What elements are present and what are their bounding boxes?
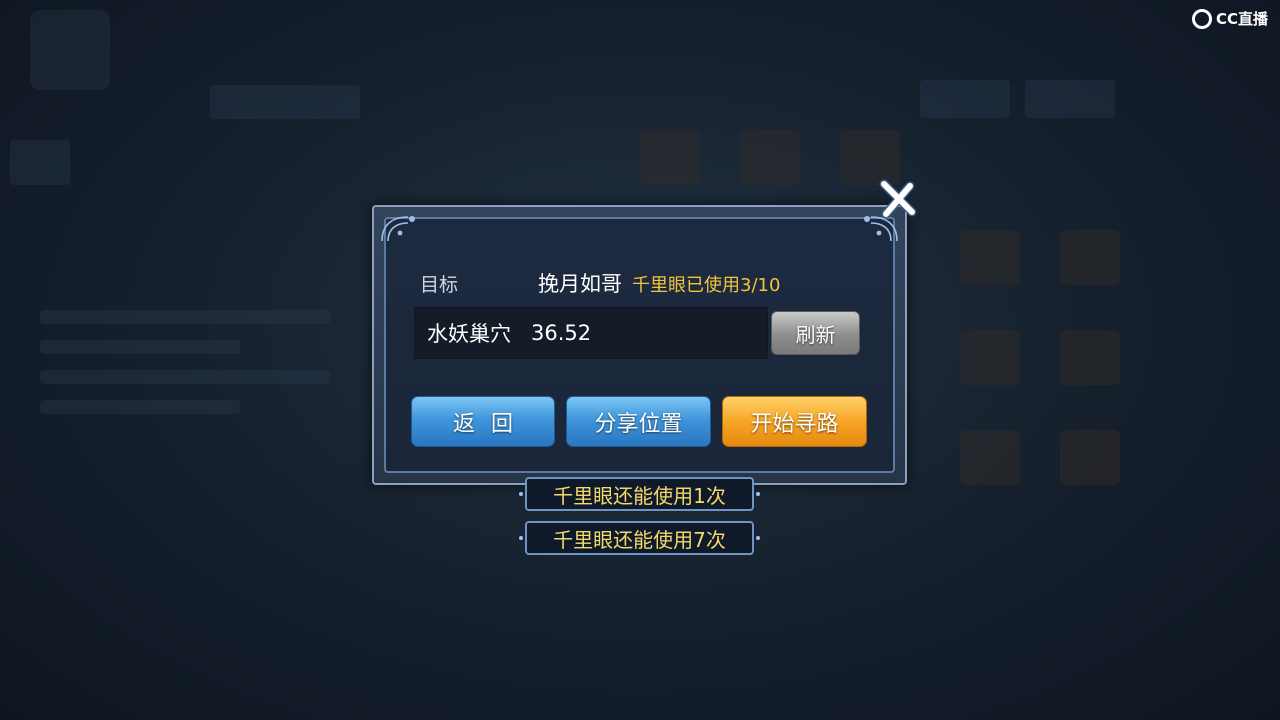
background-bar <box>40 340 240 354</box>
location-name: 水妖巢穴 <box>427 322 511 346</box>
background-bar <box>10 140 70 185</box>
target-label: 目标 <box>420 274 459 296</box>
target-name: 挽月如哥 <box>538 272 622 296</box>
background-tile <box>1060 330 1120 385</box>
toast-message: 千里眼还能使用1次 <box>519 477 760 511</box>
background-tile <box>960 430 1020 485</box>
background-avatar <box>30 10 110 90</box>
background-tile <box>1060 230 1120 285</box>
ornament-corner-icon <box>381 216 415 242</box>
background-bar <box>40 370 330 384</box>
background-tile <box>960 330 1020 385</box>
cc-logo-icon <box>1191 8 1212 29</box>
target-row: 目标 挽月如哥 千里眼已使用3/10 <box>420 268 780 298</box>
usage-count: 千里眼已使用3/10 <box>632 275 781 296</box>
location-display: 水妖巢穴 36.52 <box>414 307 768 359</box>
background-tile <box>1060 430 1120 485</box>
background-bar <box>1025 80 1115 118</box>
refresh-button[interactable]: 刷新 <box>771 311 860 355</box>
background-bar <box>40 310 330 324</box>
toast-message: 千里眼还能使用7次 <box>519 521 760 555</box>
back-button[interactable]: 返回 <box>411 396 555 447</box>
location-coords: 36.52 <box>531 321 592 345</box>
background-bar <box>40 400 240 414</box>
share-location-button[interactable]: 分享位置 <box>566 396 711 447</box>
close-icon[interactable] <box>876 178 918 220</box>
watermark-text: CC直播 <box>1215 10 1268 28</box>
game-screen: CC直播 目标 挽月如哥 千里眼已使用3/10 水妖巢穴 36.52 刷新 返回… <box>0 0 1280 720</box>
background-tile <box>740 130 800 185</box>
background-bar <box>920 80 1010 118</box>
background-bar <box>210 85 360 119</box>
background-tile <box>840 130 900 185</box>
background-tile <box>960 230 1020 285</box>
watermark: CC直播 <box>1191 8 1268 29</box>
start-pathfinding-button[interactable]: 开始寻路 <box>722 396 867 447</box>
background-tile <box>640 130 700 185</box>
